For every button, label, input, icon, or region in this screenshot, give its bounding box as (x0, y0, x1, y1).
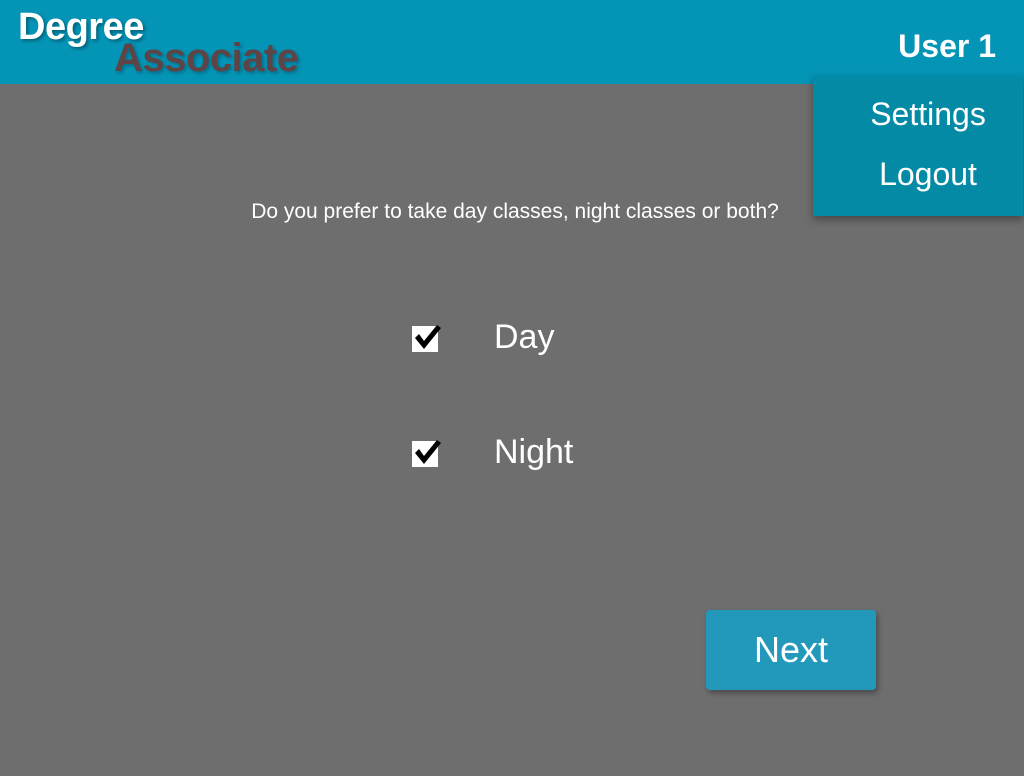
logo-text-degree: Degree (18, 6, 144, 48)
app-root: Degree Associate User 1 Settings Logout … (0, 0, 1024, 776)
top-header: Degree Associate User 1 (0, 0, 1024, 84)
question-text: Do you prefer to take day classes, night… (251, 200, 779, 223)
menu-item-logout[interactable]: Logout (813, 156, 1023, 193)
option-label-day: Day (494, 318, 555, 356)
menu-item-settings[interactable]: Settings (813, 96, 1023, 133)
night-checkbox[interactable] (412, 440, 441, 467)
checkmark-icon (415, 325, 441, 349)
user-menu-button[interactable]: User 1 (898, 28, 996, 65)
next-button[interactable]: Next (706, 610, 876, 690)
checkmark-icon (415, 440, 441, 464)
option-day[interactable]: Day (412, 318, 672, 358)
day-checkbox[interactable] (412, 325, 441, 352)
app-logo[interactable]: Degree Associate (18, 6, 318, 84)
option-label-night: Night (494, 433, 574, 471)
user-dropdown-menu: Settings Logout (813, 76, 1023, 216)
option-night[interactable]: Night (412, 433, 672, 473)
